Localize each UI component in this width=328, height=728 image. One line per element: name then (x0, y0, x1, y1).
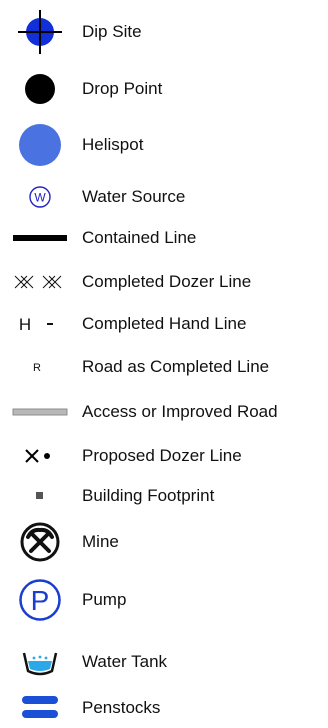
legend-label-contained-line: Contained Line (82, 228, 197, 247)
legend-label-access-improved-road: Access or Improved Road (82, 402, 278, 421)
legend-item-proposed-dozer-line: Proposed Dozer Line (0, 436, 328, 476)
legend-label-pump: Pump (82, 590, 127, 609)
legend-label-completed-dozer-line: Completed Dozer Line (82, 272, 252, 291)
legend-label-water-source: Water Source (82, 187, 186, 206)
completed-dozer-line-icon (10, 262, 70, 302)
pump-icon: P (10, 579, 70, 621)
legend-label-drop-point: Drop Point (82, 79, 163, 98)
legend-label-mine: Mine (82, 532, 119, 551)
legend-item-completed-hand-line: H Completed Hand Line (0, 304, 328, 344)
legend-item-pump: P Pump (0, 579, 328, 621)
legend-item-completed-dozer-line: Completed Dozer Line (0, 262, 328, 302)
helispot-icon (10, 124, 70, 166)
legend-item-water-tank: Water Tank (0, 642, 328, 682)
legend-item-building-footprint: Building Footprint (0, 476, 328, 516)
contained-line-icon (10, 218, 70, 258)
legend-item-mine: Mine (0, 522, 328, 562)
legend-label-penstocks: Penstocks (82, 698, 161, 717)
water-tank-icon (10, 642, 70, 682)
water-source-icon: W (10, 177, 70, 217)
building-footprint-icon (10, 476, 70, 516)
road-as-completed-line-icon: R (10, 347, 70, 387)
legend-label-completed-hand-line: Completed Hand Line (82, 314, 247, 333)
legend-item-road-as-completed-line: R Road as Completed Line (0, 347, 328, 387)
legend-item-drop-point: Drop Point (0, 69, 328, 109)
water-source-letter: W (34, 191, 46, 205)
legend-item-helispot: Helispot (0, 124, 328, 166)
proposed-dozer-line-icon (10, 436, 70, 476)
legend-item-water-source: W Water Source (0, 177, 328, 217)
legend-label-building-footprint: Building Footprint (82, 486, 215, 505)
access-improved-road-icon (10, 392, 70, 432)
hand-line-letter: H (19, 315, 31, 334)
penstocks-icon (10, 688, 70, 728)
legend-item-dip-site: Dip Site (0, 10, 328, 54)
legend-label-road-as-completed-line: Road as Completed Line (82, 357, 270, 376)
dip-site-icon (10, 10, 70, 54)
legend-item-penstocks: Penstocks (0, 688, 328, 728)
road-line-letter: R (33, 362, 41, 374)
completed-hand-line-icon: H (10, 304, 70, 344)
legend-label-proposed-dozer-line: Proposed Dozer Line (82, 446, 242, 465)
pump-letter: P (31, 585, 50, 616)
map-legend: Dip Site Drop Point Helispot W Water Sou… (0, 0, 328, 720)
legend-label-helispot: Helispot (82, 135, 144, 154)
drop-point-icon (10, 69, 70, 109)
legend-item-contained-line: Contained Line (0, 218, 328, 258)
legend-label-water-tank: Water Tank (82, 652, 168, 671)
mine-icon (10, 522, 70, 562)
legend-item-access-improved-road: Access or Improved Road (0, 392, 328, 432)
legend-label-dip-site: Dip Site (82, 22, 142, 41)
